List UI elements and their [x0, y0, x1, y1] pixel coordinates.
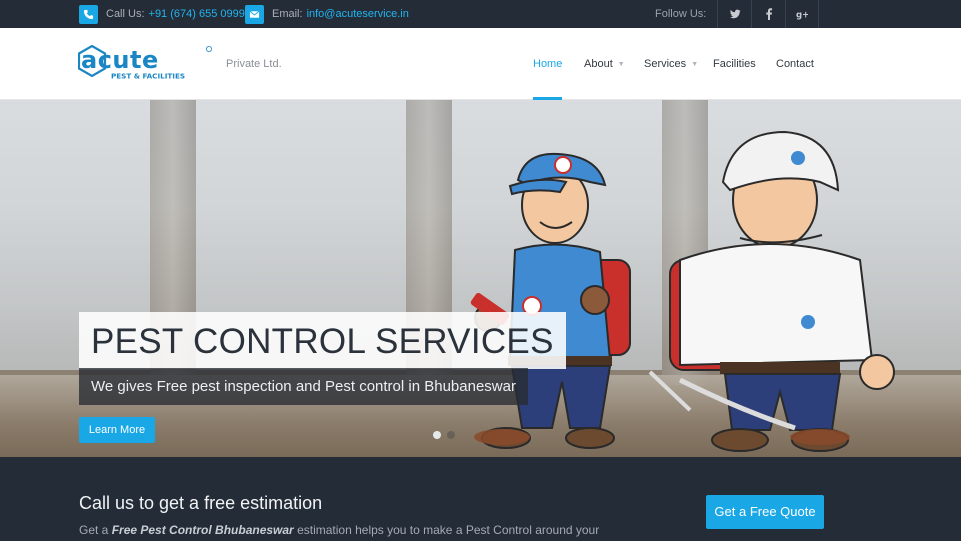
callout-description: Get a Free Pest Control Bhubaneswar esti…	[79, 523, 599, 537]
desc-prefix: Get a	[79, 523, 112, 537]
email-contact: Email: info@acuteservice.in	[245, 0, 409, 28]
desc-bold-keyword: Free Pest Control Bhubaneswar	[111, 523, 294, 537]
mascot-right	[648, 130, 895, 452]
estimation-callout: Call us to get a free estimation Get a F…	[0, 457, 961, 541]
slider-dot-active[interactable]	[433, 431, 441, 439]
caret-down-icon: ▼	[691, 60, 699, 68]
hero-subheadline: We gives Free pest inspection and Pest c…	[79, 368, 528, 405]
nav-home[interactable]: Home	[533, 28, 563, 100]
company-tagline: Private Ltd.	[226, 58, 282, 70]
nav-contact[interactable]: Contact	[776, 28, 814, 100]
nav-services-label: Services	[644, 58, 687, 70]
phone-contact: Call Us: +91 (674) 655 0999	[79, 0, 245, 28]
caret-down-icon: ▼	[617, 60, 625, 68]
nav-services[interactable]: Services ▼	[644, 28, 698, 100]
envelope-icon	[245, 4, 264, 24]
nav-contact-label: Contact	[776, 58, 814, 70]
follow-us-label: Follow Us:	[655, 8, 707, 20]
nav-about-label: About	[584, 58, 613, 70]
email-label: Email:	[272, 8, 303, 20]
desc-suffix: estimation helps you to make a Pest Cont…	[293, 523, 600, 537]
hero-slider: PEST CONTROL SERVICES We gives Free pest…	[0, 100, 961, 457]
acute-logo[interactable]: acute PEST & FACILITIES	[78, 45, 213, 81]
slider-dot[interactable]	[447, 431, 455, 439]
nav-facilities-label: Facilities	[713, 58, 756, 70]
email-link[interactable]: info@acuteservice.in	[307, 8, 409, 20]
callout-title: Call us to get a free estimation	[79, 493, 323, 513]
hero-headline: PEST CONTROL SERVICES	[79, 312, 566, 369]
logo-wordmark: acute	[81, 46, 159, 74]
learn-more-button[interactable]: Learn More	[79, 417, 155, 443]
phone-label: Call Us:	[106, 8, 145, 20]
top-bar: Call Us: +91 (674) 655 0999 Email: info@…	[0, 0, 961, 28]
nav-facilities[interactable]: Facilities	[713, 28, 756, 100]
svg-text:g+: g+	[796, 10, 808, 20]
nav-about[interactable]: About ▼	[584, 28, 625, 100]
facebook-icon[interactable]	[751, 0, 785, 28]
phone-number-link[interactable]: +91 (674) 655 0999	[149, 8, 245, 20]
phone-icon	[79, 4, 98, 24]
site-header: acute PEST & FACILITIES Private Ltd. Hom…	[0, 28, 961, 100]
nav-home-label: Home	[533, 58, 563, 70]
get-free-quote-button[interactable]: Get a Free Quote	[706, 495, 824, 529]
twitter-icon[interactable]	[717, 0, 751, 28]
cockroach-icon	[474, 429, 530, 445]
logo-subtitle: PEST & FACILITIES	[111, 72, 185, 81]
cockroach-icon	[790, 429, 850, 445]
google-plus-icon[interactable]: g+	[785, 0, 819, 28]
